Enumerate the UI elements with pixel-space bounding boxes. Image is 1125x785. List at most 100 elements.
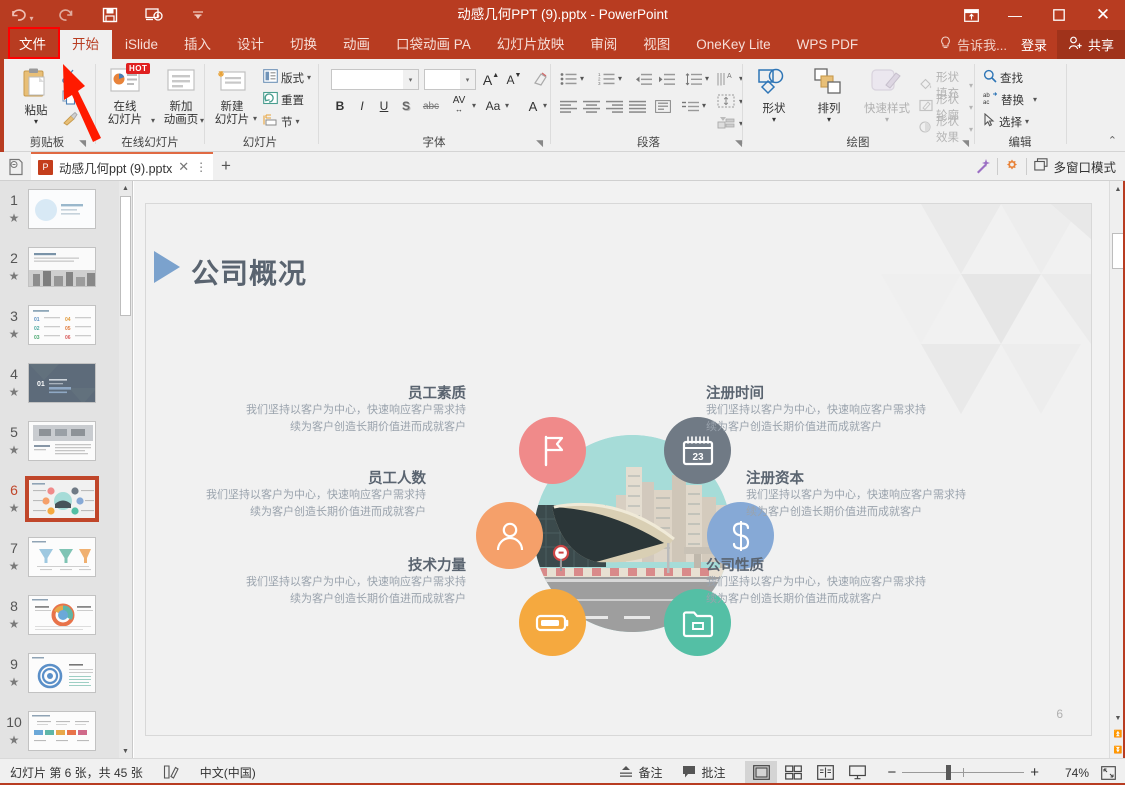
sign-in-button[interactable]: 登录: [1021, 35, 1047, 54]
customize-qat-button[interactable]: [176, 0, 220, 30]
thumbnail-item-4[interactable]: 4★01: [0, 363, 120, 403]
thumbnails-scroll-thumb[interactable]: [120, 196, 131, 316]
ribbon-tab-0[interactable]: 文件: [6, 30, 59, 59]
thumbnail-item-1[interactable]: 1★: [0, 189, 120, 229]
slide-counter[interactable]: 幻灯片 第 6 张，共 45 张: [0, 759, 153, 785]
ribbon-tab-1[interactable]: 开始: [59, 30, 112, 59]
grow-font-button[interactable]: A▲: [481, 69, 501, 90]
tell-me-search[interactable]: 告诉我...: [939, 35, 1007, 54]
close-button[interactable]: ✕: [1081, 0, 1125, 30]
line-spacing-dropdown-icon[interactable]: ▾: [705, 74, 709, 83]
shape-fill-dropdown-icon[interactable]: ▾: [969, 81, 973, 90]
info-circle-battery-icon[interactable]: [519, 589, 586, 656]
arrange-button[interactable]: 排列 ▾: [805, 67, 853, 124]
section-button[interactable]: 节 ▾: [263, 113, 300, 130]
arrange-dropdown-icon[interactable]: ▾: [827, 116, 831, 124]
character-spacing-button[interactable]: AV ↔: [446, 94, 472, 116]
ribbon-tab-4[interactable]: 设计: [224, 30, 277, 59]
normal-view-button[interactable]: [745, 761, 777, 784]
new-slide-button[interactable]: 新建 幻灯片: [209, 69, 255, 127]
online-slide-button[interactable]: 在线 幻灯片: [100, 67, 150, 127]
paste-button[interactable]: 粘贴 ▾: [12, 67, 60, 126]
gear-icon[interactable]: [998, 152, 1026, 180]
section-dropdown-icon[interactable]: ▾: [296, 117, 300, 126]
notes-button[interactable]: 备注: [609, 759, 672, 785]
info-desc-0[interactable]: 我们坚持以客户为中心，快速响应客户需求持续为客户创造长期价值进而成就客户: [236, 402, 466, 436]
ribbon-tab-7[interactable]: 口袋动画 PA: [383, 30, 484, 59]
slide-editing-surface[interactable]: 公司概况: [145, 203, 1092, 736]
info-desc-4[interactable]: 我们坚持以客户为中心，快速响应客户需求持续为客户创造长期价值进而成就客户: [236, 574, 466, 608]
font-dialog-launcher[interactable]: ◥: [536, 138, 543, 149]
quick-styles-button[interactable]: 快速样式 ▾: [859, 67, 915, 124]
ribbon-tab-12[interactable]: WPS PDF: [784, 30, 872, 59]
copy-button[interactable]: [62, 90, 77, 108]
undo-dropdown-icon[interactable]: ▾: [29, 14, 33, 23]
underline-button[interactable]: U: [375, 96, 393, 116]
multi-window-mode-button[interactable]: 多窗口模式: [1027, 157, 1125, 176]
thumbnail-preview[interactable]: [28, 479, 96, 519]
text-direction2-button[interactable]: A: [714, 69, 738, 89]
select-button[interactable]: 选择 ▾: [983, 113, 1029, 130]
info-desc-2[interactable]: 我们坚持以客户为中心，快速响应客户需求持续为客户创造长期价值进而成就客户: [196, 487, 426, 521]
clipboard-dialog-launcher[interactable]: ◥: [79, 138, 86, 149]
paste-dropdown-icon[interactable]: ▾: [34, 118, 38, 126]
bullets-button[interactable]: [557, 69, 579, 89]
font-name-dropdown-icon[interactable]: ▾: [403, 70, 418, 89]
paragraph-dialog-launcher[interactable]: ◥: [735, 138, 742, 149]
font-color-button[interactable]: A: [525, 96, 541, 116]
reading-view-button[interactable]: [809, 761, 841, 784]
thumbnail-item-7[interactable]: 7★: [0, 537, 120, 577]
align-text-button[interactable]: [679, 96, 701, 116]
fit-to-window-button[interactable]: [1089, 759, 1125, 785]
cut-button[interactable]: [62, 69, 77, 87]
slide-sorter-view-button[interactable]: [777, 761, 809, 784]
replace-button[interactable]: abac 替换 ▾: [983, 91, 1037, 108]
numbering-button[interactable]: 123: [595, 69, 617, 89]
font-size-input[interactable]: ▾: [424, 69, 476, 90]
start-slideshow-button[interactable]: [132, 0, 176, 30]
zoom-in-button[interactable]: +: [1024, 759, 1045, 785]
format-painter-button[interactable]: [62, 111, 78, 129]
bullets-dropdown-icon[interactable]: ▾: [580, 74, 584, 83]
increase-indent-button[interactable]: [655, 69, 677, 89]
ribbon-tab-5[interactable]: 切换: [277, 30, 330, 59]
info-circle-flag-icon[interactable]: [519, 417, 586, 484]
info-desc-5[interactable]: 我们坚持以客户为中心，快速响应客户需求持续为客户创造长期价值进而成就客户: [706, 574, 936, 608]
find-button[interactable]: 查找: [983, 69, 1023, 86]
thumbnail-item-2[interactable]: 2★: [0, 247, 120, 287]
undo-button[interactable]: ▾: [0, 0, 44, 30]
character-spacing-dropdown-icon[interactable]: ▾: [472, 101, 476, 110]
clear-formatting-button[interactable]: [531, 69, 551, 90]
ribbon-tab-11[interactable]: OneKey Lite: [683, 30, 783, 59]
thumbnail-preview[interactable]: 010203040506: [28, 305, 96, 345]
comments-button[interactable]: 批注: [672, 759, 735, 785]
ribbon-tab-10[interactable]: 视图: [630, 30, 683, 59]
text-direction-button[interactable]: [652, 96, 674, 116]
zoom-slider[interactable]: [902, 759, 1024, 785]
thumbnail-preview[interactable]: [28, 595, 96, 635]
font-name-input[interactable]: ▾: [331, 69, 419, 90]
reset-button[interactable]: 重置: [263, 91, 304, 108]
ribbon-display-options-button[interactable]: [949, 0, 993, 30]
numbering-dropdown-icon[interactable]: ▾: [618, 74, 622, 83]
new-slide-dropdown-icon[interactable]: ▾: [253, 114, 257, 123]
align-left-button[interactable]: [557, 96, 579, 116]
zoom-level-label[interactable]: 74%: [1045, 766, 1089, 780]
close-icon[interactable]: ✕: [178, 159, 189, 175]
align-center-button[interactable]: [580, 96, 602, 116]
thumbnail-preview[interactable]: 01: [28, 363, 96, 403]
collapse-ribbon-button[interactable]: ⌃: [1108, 134, 1117, 147]
document-list-icon[interactable]: [6, 157, 26, 177]
thumbnail-preview[interactable]: [28, 653, 96, 693]
italic-button[interactable]: I: [353, 96, 371, 116]
online-slide-dropdown-icon[interactable]: ▾: [151, 116, 155, 125]
shape-outline-dropdown-icon[interactable]: ▾: [969, 103, 973, 112]
thumbnail-preview[interactable]: [28, 189, 96, 229]
thumbnail-preview[interactable]: [28, 247, 96, 287]
ribbon-tab-9[interactable]: 审阅: [577, 30, 630, 59]
change-case-dropdown-icon[interactable]: ▾: [505, 101, 509, 110]
align-right-button[interactable]: [603, 96, 625, 116]
text-box-align-button[interactable]: [714, 92, 738, 110]
info-title-3[interactable]: 注册资本: [746, 467, 804, 488]
ribbon-tab-2[interactable]: iSlide: [112, 30, 171, 59]
